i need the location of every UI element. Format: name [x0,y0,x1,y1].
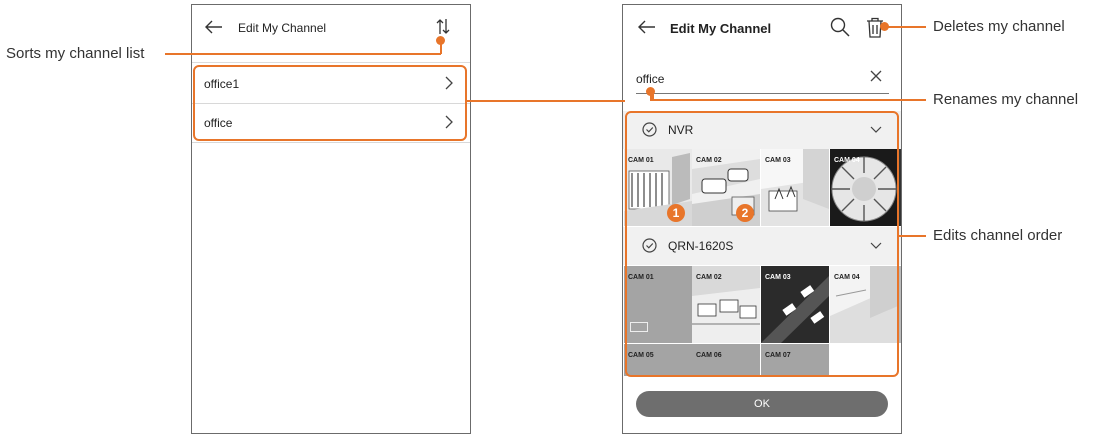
callout-line [884,26,926,28]
close-icon[interactable] [870,70,882,82]
back-arrow-icon[interactable] [638,20,656,34]
callout-line [899,235,926,237]
list-highlight-box [193,65,467,141]
callout-dot [436,36,445,45]
callout-line [650,99,926,101]
page-title: Edit My Channel [238,21,327,35]
callout-line [165,53,441,55]
sort-icon[interactable] [436,18,450,35]
back-arrow-icon[interactable] [205,20,223,34]
channel-grid-highlight-box [625,111,899,377]
channel-name-value: office [636,72,665,86]
callout-order: Edits channel order [933,227,1063,244]
callout-rename: Renames my channel [933,91,1079,108]
search-icon[interactable] [830,17,850,37]
connector-line [467,100,625,102]
callout-sort: Sorts my channel list [6,45,145,62]
callout-delete: Deletes my channel [933,18,1065,35]
ok-button[interactable]: OK [636,391,888,417]
header-divider [192,62,470,63]
page-title: Edit My Channel [670,21,772,36]
channel-name-input[interactable]: office [636,67,889,94]
